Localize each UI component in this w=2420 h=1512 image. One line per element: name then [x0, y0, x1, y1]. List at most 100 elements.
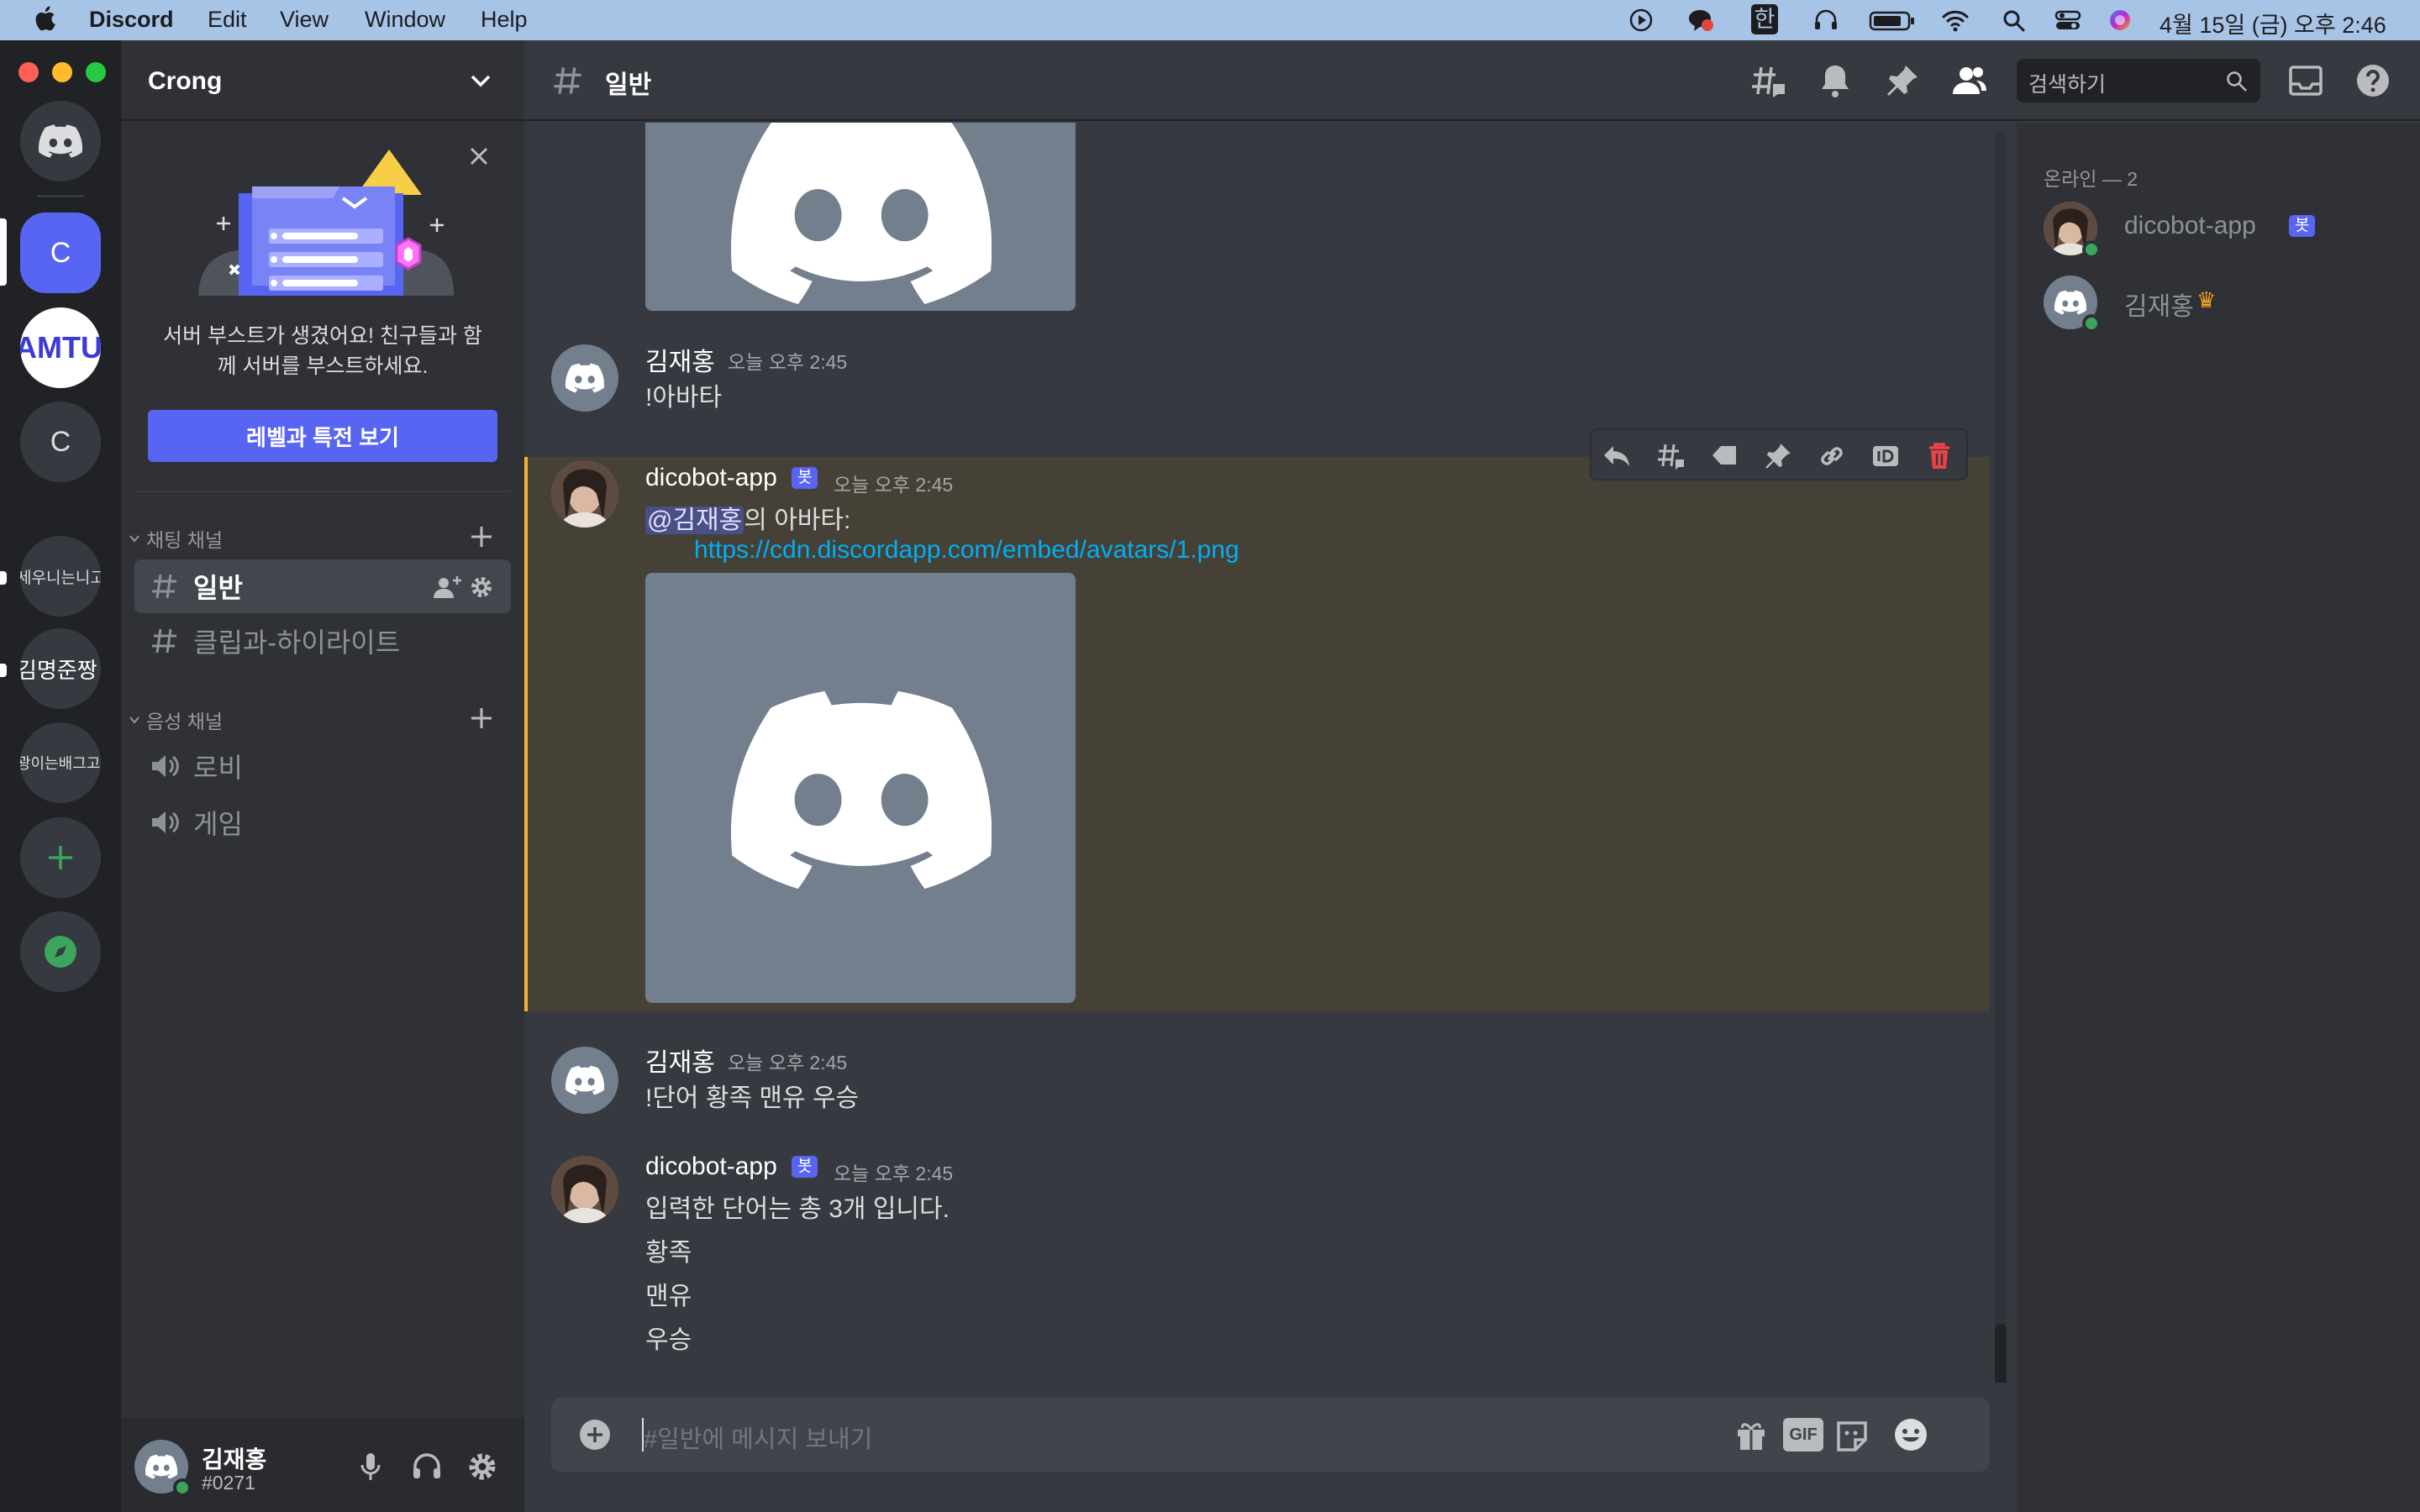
member-list-icon[interactable]	[1951, 62, 1988, 99]
channel-클립과-하이라이트[interactable]: 클립과-하이라이트	[134, 614, 511, 668]
scrollbar-thumb[interactable]	[1995, 1324, 2007, 1383]
apple-icon[interactable]	[30, 5, 59, 32]
reply-icon[interactable]	[1602, 441, 1632, 470]
create-channel-icon[interactable]	[469, 706, 494, 731]
play-circle-icon[interactable]	[1627, 7, 1655, 34]
messages-scroller[interactable]: 김재홍 오늘 오후 2:45 !아바타 dicobot-app 봇 오늘 오후 …	[524, 123, 2017, 1383]
speaker-icon	[152, 755, 179, 777]
member-name: dicobot-app	[2124, 212, 2256, 239]
window-close-button[interactable]	[18, 62, 39, 82]
channel-label: 클립과-하이라이트	[193, 627, 401, 658]
voice-channel-로비[interactable]: 로비	[134, 739, 511, 793]
add-server-button[interactable]	[20, 817, 101, 898]
siri-icon[interactable]	[2106, 7, 2134, 34]
member-name: 김재홍	[2124, 293, 2194, 321]
bot-profile-photo-icon	[551, 1156, 618, 1223]
menu-window[interactable]: Window	[365, 7, 445, 33]
headphones-icon[interactable]	[412, 1452, 442, 1480]
pin-icon[interactable]	[1884, 62, 1921, 99]
message-author[interactable]: 김재홍	[645, 341, 715, 378]
message[interactable]: 김재홍 오늘 오후 2:45 !단어 황족 맨유 우승	[524, 1042, 1996, 1134]
menu-app-name[interactable]: Discord	[89, 7, 174, 33]
microphone-icon[interactable]	[358, 1452, 383, 1482]
selected-server-pill	[0, 218, 7, 286]
headphones-status-icon[interactable]	[1812, 7, 1840, 34]
invite-icon[interactable]	[434, 575, 462, 600]
trash-icon[interactable]	[1924, 441, 1954, 471]
bot-avatar[interactable]	[551, 1156, 618, 1223]
server-crong[interactable]: C	[20, 213, 101, 293]
message-input[interactable]: #일반에 메시지 보내기	[644, 1420, 872, 1455]
gift-icon[interactable]	[1734, 1418, 1768, 1452]
home-button[interactable]	[20, 101, 101, 181]
boost-text-line: 서버 부스트가 생겼어요! 친구들과 함	[163, 324, 482, 348]
discord-logo-icon	[145, 1454, 177, 1479]
spotlight-search-icon[interactable]	[2000, 7, 2028, 34]
help-icon[interactable]	[2354, 62, 2391, 99]
message[interactable]: 김재홍 오늘 오후 2:45 !아바타	[524, 341, 1996, 433]
control-center-icon[interactable]	[2054, 7, 2082, 34]
guild-header[interactable]: Crong	[121, 40, 524, 121]
gif-picker-button[interactable]: GIF	[1783, 1418, 1823, 1452]
member-item[interactable]: 김재홍 ♛	[2030, 269, 2407, 336]
boost-perks-button[interactable]: 레벨과 특전 보기	[148, 410, 497, 462]
copy-link-icon[interactable]	[1817, 441, 1847, 471]
pin-message-icon[interactable]	[1763, 441, 1793, 471]
member-item[interactable]: dicobot-app 봇	[2030, 195, 2407, 262]
scrollbar-track[interactable]	[1995, 131, 2007, 1383]
input-method-indicator[interactable]: 한	[1751, 4, 1778, 34]
user-mention[interactable]: @김재홍	[645, 507, 744, 534]
server-amtu[interactable]: AMTU	[20, 307, 101, 388]
mark-unread-icon[interactable]	[1709, 441, 1739, 470]
message-author[interactable]: dicobot-app	[645, 1152, 777, 1181]
voice-channel-게임[interactable]: 게임	[134, 795, 511, 849]
bot-avatar[interactable]	[551, 460, 618, 528]
server-5[interactable]: 김명준짱	[20, 628, 101, 709]
menu-view[interactable]: View	[280, 7, 329, 33]
wifi-icon[interactable]	[1941, 7, 1970, 34]
sticker-icon[interactable]	[1833, 1416, 1870, 1453]
menu-help[interactable]: Help	[481, 7, 528, 33]
bot-tag: 봇	[792, 467, 818, 489]
server-c[interactable]: C	[20, 402, 101, 482]
window-zoom-button[interactable]	[86, 62, 106, 82]
attach-plus-icon[interactable]	[578, 1418, 612, 1452]
previous-embed-image[interactable]	[645, 123, 1076, 311]
copy-id-icon[interactable]	[1870, 441, 1901, 471]
message-highlighted[interactable]: dicobot-app 봇 오늘 오후 2:45 @김재홍의 아바타: http…	[524, 428, 1990, 1011]
emoji-icon[interactable]	[1892, 1416, 1929, 1453]
message[interactable]: dicobot-app 봇 오늘 오후 2:45 입력한 단어는 총 3개 입니…	[524, 1152, 1996, 1371]
rail-divider	[37, 195, 84, 197]
search-box[interactable]: 검색하기	[2017, 59, 2260, 102]
menubar-clock[interactable]: 4월 15일 (금) 오후 2:46	[2160, 7, 2386, 39]
message-author[interactable]: dicobot-app	[645, 464, 777, 492]
server-6[interactable]: 광이는배그고	[20, 722, 101, 803]
message-link[interactable]: https://cdn.discordapp.com/embed/avatars…	[694, 536, 1239, 564]
message-author[interactable]: 김재홍	[645, 1042, 715, 1079]
channel-일반[interactable]: 일반	[134, 559, 511, 613]
avatar-embed-image[interactable]	[645, 573, 1076, 1003]
avatar[interactable]	[551, 1047, 618, 1114]
close-icon[interactable]	[467, 144, 491, 168]
create-thread-icon[interactable]	[1655, 441, 1686, 471]
message-line: 우승	[645, 1326, 692, 1354]
explore-servers-button[interactable]	[20, 911, 101, 992]
user-name[interactable]: 김재홍	[202, 1441, 266, 1475]
chat-header: 일반 검색하기	[524, 40, 2420, 121]
user-settings-gear-icon[interactable]	[467, 1452, 497, 1482]
user-tag: #0271	[202, 1472, 255, 1494]
avatar[interactable]	[551, 344, 618, 412]
threads-icon[interactable]	[1749, 62, 1786, 99]
category-voice-channels[interactable]: 음성 채널	[128, 706, 223, 734]
gear-icon[interactable]	[469, 575, 494, 600]
server-4[interactable]: 세우니는니고수	[20, 536, 101, 617]
hashtag-icon	[554, 67, 581, 94]
create-channel-icon[interactable]	[469, 524, 494, 549]
notification-bell-icon[interactable]	[1817, 62, 1854, 99]
category-text-channels[interactable]: 채팅 채널	[128, 524, 223, 553]
menu-edit[interactable]: Edit	[208, 7, 247, 33]
window-minimize-button[interactable]	[52, 62, 72, 82]
inbox-icon[interactable]	[2287, 62, 2324, 99]
chat-app-icon[interactable]	[1686, 7, 1714, 34]
battery-icon[interactable]	[1869, 7, 1916, 34]
